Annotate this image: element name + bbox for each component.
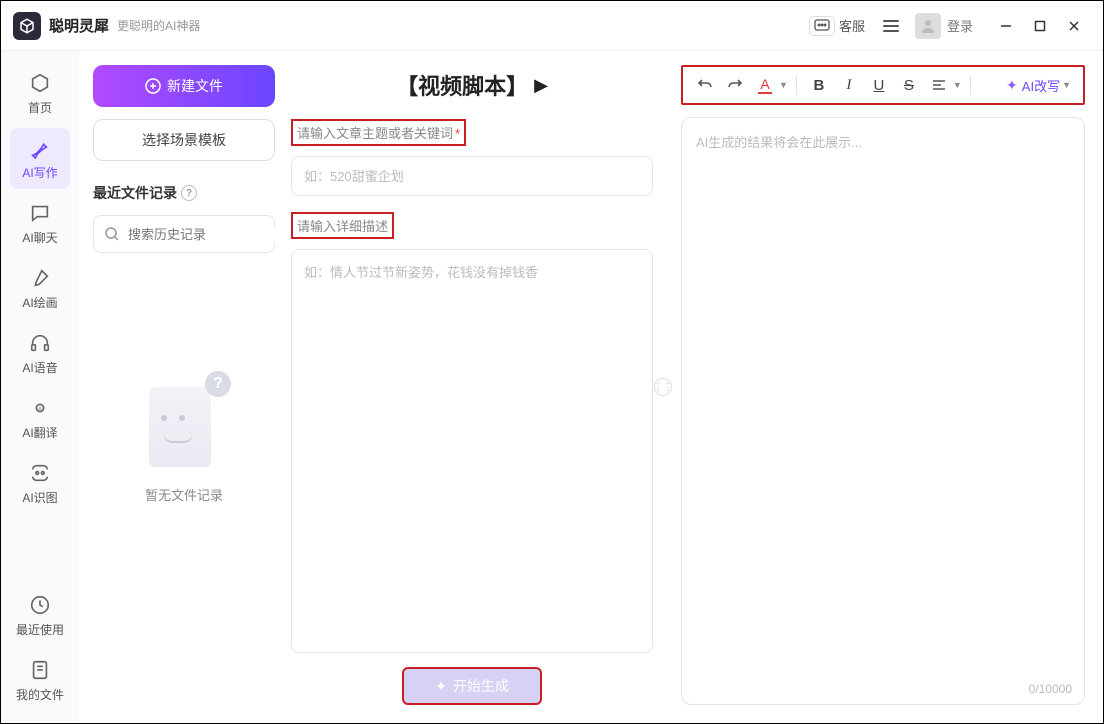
login-button[interactable]: 登录 (947, 16, 973, 35)
desc-label: 请输入详细描述 (291, 212, 394, 239)
left-panel: 新建文件 选择场景模板 最近文件记录 ? ? 暂无文件记录 (79, 51, 289, 723)
editor-toolbar: A ▼ B I U S ▼ ✦ AI改写 ▼ (681, 65, 1085, 105)
empty-illustration: ? (139, 373, 229, 473)
image-icon (28, 461, 52, 485)
chat-bubble-icon (28, 201, 52, 225)
drag-handle[interactable]: ⋮⋮ (654, 378, 672, 396)
chevron-down-icon[interactable]: ▼ (779, 80, 788, 90)
new-file-label: 新建文件 (167, 76, 223, 96)
sidebar-item-myfiles[interactable]: 我的文件 (10, 650, 70, 711)
chevron-down-icon[interactable]: ▼ (953, 80, 962, 90)
sidebar-item-label: 最近使用 (16, 621, 64, 638)
support-label: 客服 (839, 16, 865, 35)
sparkle-icon: ✦ (435, 678, 447, 695)
sidebar-item-translate[interactable]: A AI翻译 (10, 388, 70, 449)
app-logo (13, 12, 41, 40)
bold-button[interactable]: B (805, 71, 833, 99)
sidebar-item-label: AI翻译 (22, 424, 57, 441)
sidebar-item-label: AI绘画 (22, 294, 57, 311)
mid-panel: 【视频脚本】 ▶ 请输入文章主题或者关键词* 请输入详细描述 ✦ 开始生成 (289, 51, 663, 723)
sidebar-item-label: AI识图 (22, 489, 57, 506)
file-icon (28, 658, 52, 682)
sidebar-item-paint[interactable]: AI绘画 (10, 258, 70, 319)
headphones-icon (28, 331, 52, 355)
right-panel: A ▼ B I U S ▼ ✦ AI改写 ▼ AI生成的结果将会在此展示... … (663, 51, 1103, 723)
search-icon (104, 226, 120, 242)
sidebar-item-label: 首页 (28, 99, 52, 116)
undo-button[interactable] (691, 71, 719, 99)
sidebar-item-label: 我的文件 (16, 686, 64, 703)
sidebar: 首页 AI写作 AI聊天 AI绘画 AI语音 A AI翻译 AI识图 (1, 51, 79, 723)
redo-button[interactable] (721, 71, 749, 99)
sidebar-item-write[interactable]: AI写作 (10, 128, 70, 189)
empty-text: 暂无文件记录 (145, 485, 223, 504)
svg-text:A: A (38, 406, 43, 413)
app-tagline: 更聪明的AI神器 (117, 17, 200, 34)
help-icon[interactable]: ? (181, 185, 197, 201)
recent-files-label: 最近文件记录 ? (93, 183, 275, 203)
search-box[interactable] (93, 215, 275, 253)
brush-icon (28, 266, 52, 290)
clock-icon (28, 593, 52, 617)
strike-button[interactable]: S (895, 71, 923, 99)
font-color-button[interactable]: A (751, 71, 779, 99)
titlebar: 聪明灵犀 更聪明的AI神器 客服 登录 (1, 1, 1103, 51)
output-placeholder: AI生成的结果将会在此展示... (696, 135, 862, 150)
sidebar-item-recent[interactable]: 最近使用 (10, 585, 70, 646)
home-icon (28, 71, 52, 95)
sidebar-item-label: AI聊天 (22, 229, 57, 246)
maximize-button[interactable] (1023, 11, 1057, 41)
generate-label: 开始生成 (453, 676, 509, 696)
output-area[interactable]: AI生成的结果将会在此展示... 0/10000 (681, 117, 1085, 705)
heading-row: 【视频脚本】 ▶ (291, 69, 653, 101)
play-icon[interactable]: ▶ (534, 75, 548, 96)
avatar-icon[interactable] (915, 13, 941, 39)
sidebar-item-label: AI写作 (22, 164, 57, 181)
sidebar-item-voice[interactable]: AI语音 (10, 323, 70, 384)
underline-button[interactable]: U (865, 71, 893, 99)
new-file-button[interactable]: 新建文件 (93, 65, 275, 107)
sidebar-item-vision[interactable]: AI识图 (10, 453, 70, 514)
translate-icon: A (28, 396, 52, 420)
support-button[interactable]: 客服 (801, 12, 873, 40)
minimize-button[interactable] (989, 11, 1023, 41)
sidebar-item-home[interactable]: 首页 (10, 63, 70, 124)
topic-label: 请输入文章主题或者关键词* (291, 119, 466, 146)
menu-button[interactable] (873, 14, 909, 38)
close-button[interactable] (1057, 11, 1091, 41)
align-button[interactable] (925, 71, 953, 99)
ai-rewrite-button[interactable]: ✦ AI改写 ▼ (1002, 76, 1075, 95)
italic-button[interactable]: I (835, 71, 863, 99)
chevron-down-icon: ▼ (1062, 80, 1071, 90)
pen-icon (28, 136, 52, 160)
plus-icon (145, 78, 161, 94)
search-input[interactable] (128, 227, 304, 242)
topic-input[interactable] (291, 156, 653, 196)
empty-state: ? 暂无文件记录 (93, 373, 275, 504)
chat-icon (809, 16, 835, 36)
leaf-icon: ✦ (1006, 77, 1018, 94)
desc-input[interactable] (291, 249, 653, 653)
app-name: 聪明灵犀 (49, 15, 109, 36)
sidebar-item-chat[interactable]: AI聊天 (10, 193, 70, 254)
sidebar-item-label: AI语音 (22, 359, 57, 376)
ai-rewrite-label: AI改写 (1022, 76, 1060, 95)
page-heading: 【视频脚本】 (396, 69, 528, 101)
generate-button[interactable]: ✦ 开始生成 (402, 667, 542, 705)
template-button[interactable]: 选择场景模板 (93, 119, 275, 161)
char-counter: 0/10000 (1029, 682, 1072, 696)
